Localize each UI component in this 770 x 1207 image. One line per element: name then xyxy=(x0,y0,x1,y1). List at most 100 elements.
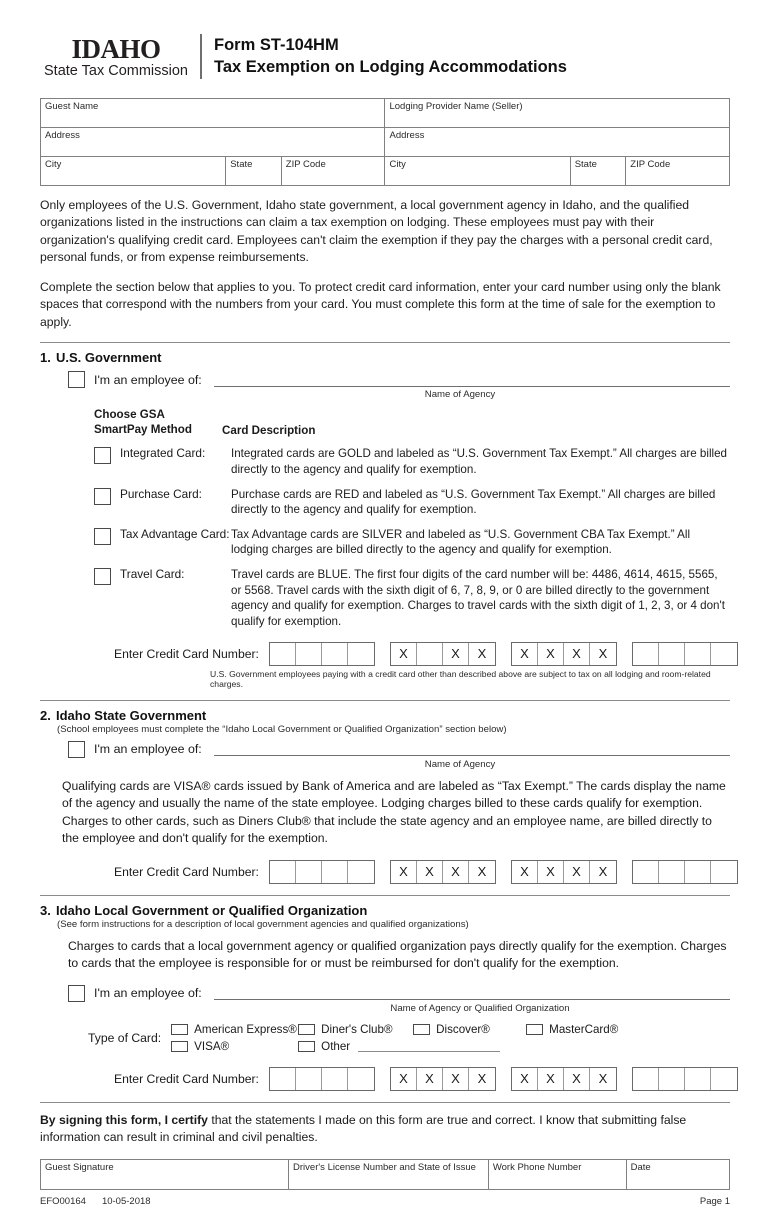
ccn-cell-masked: X xyxy=(442,642,469,665)
section-1-fineprint: U.S. Government employees paying with a … xyxy=(210,668,711,689)
section-2-employee-row: I'm an employee of: xyxy=(40,740,730,758)
card-type-other[interactable]: Other xyxy=(298,1040,501,1053)
ccn-cell-input[interactable] xyxy=(632,642,659,665)
diners-club-label: Diner's Club® xyxy=(321,1022,393,1036)
guest-name-field[interactable]: Guest Name xyxy=(39,98,386,128)
card-type-mastercard[interactable]: MasterCard® xyxy=(526,1023,618,1036)
other-checkbox[interactable] xyxy=(298,1040,316,1052)
mastercard-checkbox[interactable] xyxy=(526,1023,544,1035)
seller-name-field[interactable]: Lodging Provider Name (Seller) xyxy=(384,98,730,128)
section-2-ccn-groups[interactable]: XXXXXXXX xyxy=(268,859,738,884)
guest-zip-field[interactable]: ZIP Code xyxy=(280,156,386,186)
date-field[interactable]: Date xyxy=(625,1158,731,1190)
diners-club-checkbox[interactable] xyxy=(298,1023,316,1035)
section-3-employee-checkbox[interactable] xyxy=(68,984,85,1002)
ccn-cell-masked: X xyxy=(442,860,469,883)
section-1-employee-checkbox[interactable] xyxy=(68,371,85,389)
section-3-agency-input[interactable] xyxy=(213,986,730,1001)
seller-address-field[interactable]: Address xyxy=(384,127,730,157)
other-card-input[interactable] xyxy=(358,1040,501,1053)
section-3-ccn-groups[interactable]: XXXX XXXX xyxy=(268,1066,738,1091)
card-option-travel: Travel Card: Travel cards are BLUE. The … xyxy=(40,567,730,630)
footer-revision-date: 10-05-2018 xyxy=(101,1195,151,1207)
ccn-cell-masked: X xyxy=(537,860,564,883)
ccn-cell-masked: X xyxy=(563,642,590,665)
ccn-cell-input[interactable] xyxy=(321,1067,348,1090)
logo-idaho-text: IDAHO xyxy=(71,34,161,64)
mastercard-label: MasterCard® xyxy=(549,1022,619,1036)
page-footer: EFO00164 10-05-2018 Page 1 xyxy=(40,1196,730,1207)
ccn-cell-input[interactable] xyxy=(658,642,685,665)
footer-form-code: EFO00164 xyxy=(40,1195,86,1207)
section-1-ccn-groups[interactable]: XXXXXXX xyxy=(268,641,738,666)
card-type-discover[interactable]: Discover® xyxy=(413,1023,526,1036)
guest-city-field[interactable]: City xyxy=(39,156,227,186)
guest-signature-field[interactable]: Guest Signature xyxy=(39,1158,290,1190)
seller-zip-field[interactable]: ZIP Code xyxy=(625,156,730,186)
ccn-cell-input[interactable] xyxy=(321,860,348,883)
ccn-cell-input[interactable] xyxy=(632,1067,659,1090)
ccn-cell-input[interactable] xyxy=(295,860,322,883)
ccn-cell-input[interactable] xyxy=(632,860,659,883)
ccn-cell-input[interactable] xyxy=(658,860,685,883)
ccn-cell-input[interactable] xyxy=(269,642,296,665)
ccn-cell-input[interactable] xyxy=(347,642,374,665)
ccn-cell-input[interactable] xyxy=(684,1067,711,1090)
section-2-agency-input[interactable] xyxy=(213,742,730,757)
integrated-card-checkbox[interactable] xyxy=(94,447,111,465)
ccn-cell-input[interactable] xyxy=(347,1067,374,1090)
ccn-cell-input[interactable] xyxy=(416,642,443,665)
visa-checkbox[interactable] xyxy=(171,1040,189,1052)
footer-page-number: Page 1 xyxy=(699,1195,730,1207)
form-title: Tax Exemption on Lodging Accommodations xyxy=(214,57,567,76)
ccn-cell-input[interactable] xyxy=(321,642,348,665)
section-3-number: 3. xyxy=(40,902,51,918)
card-type-american-express[interactable]: American Express® xyxy=(171,1023,298,1036)
divider xyxy=(40,342,730,344)
seller-state-field[interactable]: State xyxy=(569,156,627,186)
ccn-cell-input[interactable] xyxy=(269,1067,296,1090)
guest-address-field[interactable]: Address xyxy=(39,127,386,157)
certification-statement: By signing this form, I certify that the… xyxy=(40,1112,730,1147)
ccn-cell-masked: X xyxy=(511,642,538,665)
purchase-card-checkbox[interactable] xyxy=(94,487,111,505)
ccn-cell-input[interactable] xyxy=(269,860,296,883)
integrated-card-label: Integrated Card: xyxy=(120,446,206,461)
guest-state-field[interactable]: State xyxy=(225,156,282,186)
american-express-checkbox[interactable] xyxy=(171,1023,189,1035)
ccn-cell-masked: X xyxy=(416,1067,443,1090)
ccn-cell-masked: X xyxy=(563,860,590,883)
tax-advantage-card-checkbox[interactable] xyxy=(94,527,111,545)
ccn-cell-input[interactable] xyxy=(684,860,711,883)
section-1-agency-input[interactable] xyxy=(213,373,730,387)
ccn-cell-input[interactable] xyxy=(710,860,737,883)
type-of-card-block: Type of Card: American Express® Diner's … xyxy=(40,1021,730,1055)
ccn-cell-input[interactable] xyxy=(295,642,322,665)
ccn-group-4 xyxy=(631,859,738,884)
section-2-employee-checkbox[interactable] xyxy=(68,740,85,758)
ccn-cell-masked: X xyxy=(589,860,616,883)
card-type-visa[interactable]: VISA® xyxy=(171,1040,298,1053)
ccn-cell-input[interactable] xyxy=(710,642,737,665)
section-3-title: Idaho Local Government or Qualified Orga… xyxy=(56,902,368,918)
work-phone-field[interactable]: Work Phone Number xyxy=(487,1158,627,1190)
ccn-group-2: XXXX xyxy=(389,859,496,884)
travel-card-checkbox[interactable] xyxy=(94,568,111,586)
party-address-table: Guest Name Lodging Provider Name (Seller… xyxy=(39,98,730,186)
discover-checkbox[interactable] xyxy=(413,1023,431,1035)
ccn-cell-input[interactable] xyxy=(658,1067,685,1090)
section-2-paragraph: Qualifying cards are VISA® cards issued … xyxy=(62,778,726,845)
ccn-cell-input[interactable] xyxy=(684,642,711,665)
travel-card-label: Travel Card: xyxy=(120,567,185,582)
ccn-group-2: XXX xyxy=(389,641,496,666)
drivers-license-field[interactable]: Driver's License Number and State of Iss… xyxy=(288,1158,489,1190)
ccn-cell-input[interactable] xyxy=(347,860,374,883)
ccn-group-2: XXXX xyxy=(389,1066,496,1091)
ccn-cell-input[interactable] xyxy=(710,1067,737,1090)
section-3-employee-row: I'm an employee of: xyxy=(40,984,730,1002)
ccn-group-3: XXXX xyxy=(510,1066,617,1091)
section-1-number: 1. xyxy=(40,350,51,366)
ccn-cell-input[interactable] xyxy=(295,1067,322,1090)
seller-city-field[interactable]: City xyxy=(384,156,571,186)
card-type-diners-club[interactable]: Diner's Club® xyxy=(298,1023,413,1036)
